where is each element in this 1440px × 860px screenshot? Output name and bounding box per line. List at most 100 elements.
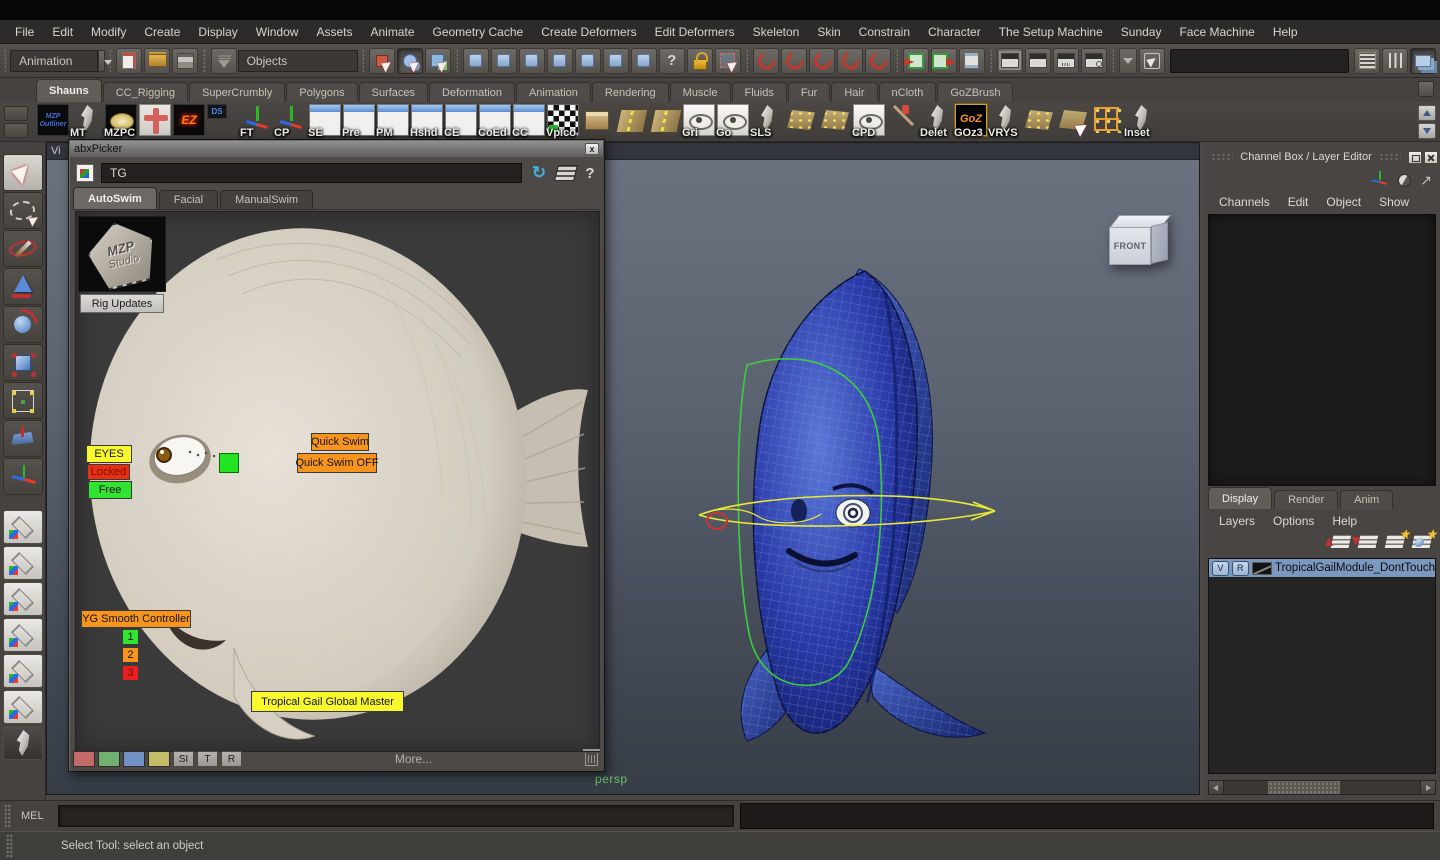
speed-toggle-icon[interactable] bbox=[1398, 173, 1412, 187]
shelf-tab[interactable]: Fluids bbox=[731, 82, 787, 102]
layer-row[interactable]: V R TropicalGailModule_DontTouch bbox=[1209, 559, 1435, 578]
menu-item[interactable]: Assets bbox=[307, 20, 361, 44]
layer-editor-menu-item[interactable]: Help bbox=[1323, 511, 1366, 531]
shelf-tab[interactable]: Surfaces bbox=[358, 82, 429, 102]
menu-item[interactable]: Character bbox=[919, 20, 990, 44]
shelf-item[interactable]: CP bbox=[274, 102, 308, 140]
drag-handle[interactable] bbox=[361, 48, 364, 73]
channel-box-list[interactable] bbox=[1208, 214, 1436, 486]
open-scene-button[interactable] bbox=[144, 47, 171, 74]
hyperbolic-arrow-icon[interactable] bbox=[1420, 173, 1432, 187]
attribute-editor-toggle[interactable] bbox=[1354, 47, 1381, 74]
render-view-button[interactable] bbox=[996, 47, 1023, 74]
channel-box-menu-item[interactable]: Edit bbox=[1279, 192, 1318, 212]
menu-item[interactable]: Display bbox=[189, 20, 246, 44]
select-by-name-input[interactable] bbox=[1170, 48, 1350, 73]
drag-texture[interactable] bbox=[1378, 153, 1401, 161]
mask-rendering-button[interactable] bbox=[630, 47, 657, 74]
select-component-button[interactable] bbox=[424, 47, 451, 74]
global-master-button[interactable]: Tropical Gail Global Master bbox=[251, 691, 404, 712]
menu-item[interactable]: Animate bbox=[361, 20, 423, 44]
shelf-item[interactable] bbox=[886, 102, 920, 140]
shelf-item[interactable] bbox=[580, 102, 614, 140]
move-layer-down-icon[interactable] bbox=[1356, 534, 1380, 549]
shelf-popup-button[interactable] bbox=[4, 106, 28, 121]
drag-handle[interactable] bbox=[6, 834, 13, 858]
shelf-item[interactable]: Delet bbox=[920, 102, 954, 140]
shelf-item[interactable]: Hshd bbox=[410, 102, 444, 140]
snap-to-grids-button[interactable] bbox=[752, 47, 779, 74]
render-settings-button[interactable] bbox=[1080, 47, 1107, 74]
color-swatch-yellow[interactable] bbox=[148, 751, 170, 767]
shelf-item[interactable]: Pre bbox=[342, 102, 376, 140]
layer-color-swatch[interactable] bbox=[1251, 561, 1272, 575]
menu-item[interactable]: Edit Deformers bbox=[646, 20, 744, 44]
shelf-item[interactable] bbox=[784, 102, 818, 140]
layer-editor-tab[interactable]: Display bbox=[1208, 487, 1273, 509]
layout-shortcut-button[interactable] bbox=[2, 618, 43, 652]
quick-swim-button[interactable]: Quick Swim bbox=[311, 433, 369, 451]
shelf-scroll-up-button[interactable] bbox=[1418, 105, 1436, 121]
shelf-item[interactable] bbox=[1022, 102, 1056, 140]
tool-button[interactable] bbox=[2, 420, 43, 457]
menu-item[interactable]: File bbox=[6, 20, 43, 44]
close-button[interactable]: x bbox=[585, 143, 599, 155]
construction-history-button[interactable] bbox=[958, 47, 985, 74]
layer-list[interactable]: V R TropicalGailModule_DontTouch bbox=[1208, 558, 1436, 774]
quick-swim-off-button[interactable]: Quick Swim OFF bbox=[295, 453, 379, 473]
output-connections-button[interactable] bbox=[930, 47, 957, 74]
layout-shortcut-button[interactable] bbox=[2, 546, 43, 580]
shelf-tab[interactable]: Rendering bbox=[591, 82, 669, 102]
tool-button[interactable] bbox=[2, 268, 43, 305]
shelf-item[interactable]: MT bbox=[70, 102, 104, 140]
snap-to-points-button[interactable] bbox=[808, 47, 835, 74]
shelf-tab[interactable]: CC_Rigging bbox=[102, 82, 189, 102]
tool-settings-toggle[interactable] bbox=[1382, 47, 1409, 74]
view-cube[interactable]: FRONT bbox=[1103, 215, 1183, 279]
layer-editor-tab[interactable]: Anim bbox=[1340, 490, 1394, 509]
drag-handle[interactable] bbox=[1111, 48, 1115, 73]
layout-shortcut-button[interactable] bbox=[2, 690, 43, 724]
smooth-level-2-button[interactable]: 2 bbox=[122, 647, 139, 663]
view-cube-front-face[interactable]: FRONT bbox=[1109, 227, 1151, 265]
color-swatch-blue[interactable] bbox=[123, 751, 145, 767]
shelf-item[interactable]: Inset bbox=[1124, 102, 1158, 140]
shelf-item[interactable]: MZP Outliner bbox=[36, 102, 70, 140]
picker-canvas[interactable]: MZP Studio Rig Updates EYES Locked Free … bbox=[75, 211, 600, 752]
free-button[interactable]: Free bbox=[88, 481, 132, 499]
mask-misc-button[interactable] bbox=[658, 47, 685, 74]
selection-filter-button[interactable] bbox=[210, 47, 237, 74]
picker-doc-icon[interactable] bbox=[76, 164, 94, 182]
shelf-tab[interactable]: Muscle bbox=[669, 82, 731, 102]
smooth-level-1-button[interactable]: 1 bbox=[122, 629, 139, 645]
tool-button[interactable] bbox=[2, 154, 43, 191]
scroll-right-button[interactable] bbox=[1420, 781, 1435, 794]
shelf-item[interactable] bbox=[1056, 102, 1090, 140]
undock-button[interactable] bbox=[1408, 150, 1422, 164]
shelf-item[interactable]: GoZ GOz3 bbox=[954, 102, 988, 140]
color-swatch-red[interactable] bbox=[73, 751, 95, 767]
layer-renderable-toggle[interactable]: R bbox=[1231, 560, 1249, 576]
channel-box-toggle[interactable] bbox=[1410, 47, 1437, 74]
tool-button[interactable] bbox=[2, 382, 43, 419]
menu-item[interactable]: Geometry Cache bbox=[424, 20, 533, 44]
menu-item[interactable]: Modify bbox=[82, 20, 135, 44]
locked-button[interactable]: Locked bbox=[87, 464, 130, 480]
layout-shortcut-button[interactable] bbox=[2, 726, 43, 760]
shelf-tab[interactable]: Fur bbox=[787, 82, 831, 102]
new-empty-layer-icon[interactable] bbox=[1383, 534, 1407, 549]
fish-body[interactable] bbox=[752, 270, 918, 734]
yg-smooth-controller-button[interactable]: YG Smooth Controller bbox=[81, 610, 191, 628]
shelf-item[interactable]: CPD bbox=[852, 102, 886, 140]
menu-item[interactable]: Create Deformers bbox=[532, 20, 645, 44]
menu-item[interactable]: Create bbox=[135, 20, 189, 44]
mask-curves-button[interactable] bbox=[518, 47, 545, 74]
menu-item[interactable]: Window bbox=[247, 20, 308, 44]
shelf-item[interactable]: CoEd bbox=[478, 102, 512, 140]
shelf-item[interactable]: Go bbox=[716, 102, 750, 140]
color-swatch-green[interactable] bbox=[98, 751, 120, 767]
drag-handle[interactable] bbox=[455, 48, 458, 73]
shelf-tab[interactable]: Polygons bbox=[286, 82, 358, 102]
shelf-tab[interactable]: GoZBrush bbox=[937, 82, 1014, 102]
picker-title-bar[interactable]: abxPicker x bbox=[70, 141, 603, 157]
